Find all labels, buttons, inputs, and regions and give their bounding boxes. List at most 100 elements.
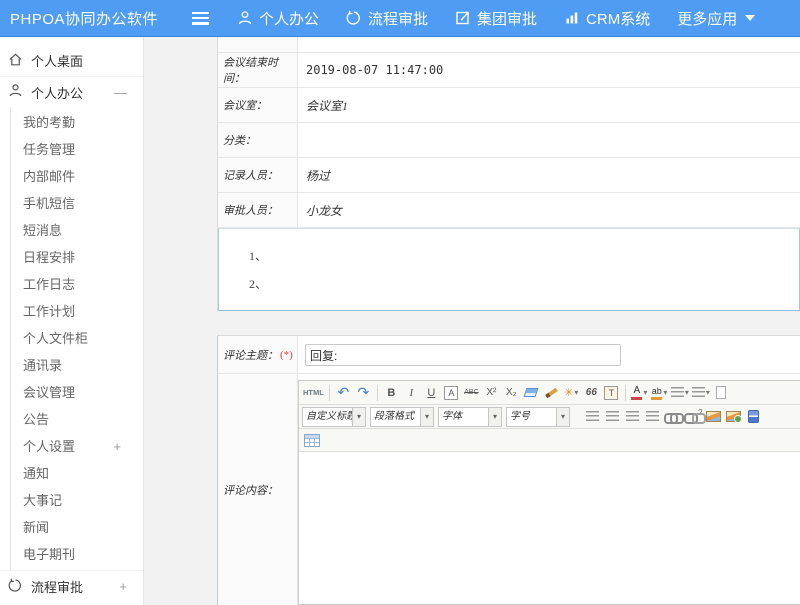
main-content: 会议结束时间： 2019-08-07 11:47:00 会议室： 会议室1 分类… <box>145 37 800 605</box>
field-label: 会议室： <box>218 88 298 122</box>
comment-content-label-cell: 评论内容： <box>218 374 298 605</box>
edit-icon <box>455 10 471 26</box>
nav-more-apps[interactable]: 更多应用 <box>677 8 755 29</box>
meeting-minutes-box: 1、 2、 <box>218 228 800 311</box>
nav-personal-office[interactable]: 个人办公 <box>237 8 319 29</box>
sidebar-item-workflow-approval[interactable]: 流程审批 + <box>0 570 143 602</box>
image-upload-icon <box>726 411 741 422</box>
sidebar-item-label: 流程审批 <box>31 577 83 596</box>
sidebar-item-contacts[interactable]: 通讯录 <box>11 352 143 379</box>
nav-label: 流程审批 <box>368 8 428 29</box>
eraser-icon <box>524 388 539 397</box>
comment-subject-label-cell: 评论主题：(*) <box>218 336 298 373</box>
sidebar-item-announcement[interactable]: 公告 <box>11 406 143 433</box>
insert-image-button[interactable] <box>704 407 723 426</box>
sidebar-item-sms[interactable]: 手机短信 <box>11 190 143 217</box>
editor-content-area[interactable] <box>299 452 800 604</box>
bold-button[interactable]: B <box>382 383 401 402</box>
sidebar-item-personal-office[interactable]: 个人办公 — <box>0 77 143 107</box>
table-row-partial <box>218 37 800 53</box>
field-value: 2019-08-07 11:47:00 <box>298 53 800 87</box>
justify-button[interactable] <box>643 407 662 426</box>
expand-plus-icon[interactable]: + <box>119 579 127 594</box>
hamburger-menu-icon[interactable] <box>192 12 209 25</box>
required-mark: (*) <box>280 349 293 361</box>
new-page-button[interactable] <box>712 383 731 402</box>
superscript-button[interactable]: X² <box>482 383 501 402</box>
auto-format-button[interactable]: ✳▾ <box>562 383 581 402</box>
nav-label: 个人办公 <box>259 8 319 29</box>
sidebar-item-schedule[interactable]: 日程安排 <box>11 244 143 271</box>
heading-select[interactable]: 自定义标题▾ <box>302 407 366 427</box>
field-label: 分类： <box>218 123 298 157</box>
align-right-icon <box>626 411 639 422</box>
link-icon <box>664 413 681 421</box>
ordered-list-button[interactable]: ▾ <box>670 383 690 402</box>
nav-group-approval[interactable]: 集团审批 <box>455 8 537 29</box>
toolbar-separator <box>329 385 330 401</box>
undo-button[interactable]: ↶ <box>334 383 353 402</box>
sidebar-item-meeting-management[interactable]: 会议管理 <box>11 379 143 406</box>
paste-text-button[interactable]: T <box>602 383 621 402</box>
paragraph-format-select[interactable]: 段落格式▾ <box>370 407 434 427</box>
eraser-button[interactable] <box>522 383 541 402</box>
sidebar-item-e-journal[interactable]: 电子期刊 <box>11 541 143 568</box>
nav-crm[interactable]: CRM系统 <box>564 8 650 29</box>
caret-down-icon: ▾ <box>556 408 569 426</box>
sidebar-item-desktop[interactable]: 个人桌面 <box>0 45 143 77</box>
unlink-icon <box>684 413 701 421</box>
comment-subject-input[interactable] <box>305 344 621 366</box>
html-source-button[interactable]: HTML <box>302 383 325 402</box>
comment-content-row: 评论内容： HTML ↶ ↷ B I U A ABC <box>218 374 800 605</box>
highlight-color-button[interactable]: ab▾ <box>650 383 669 402</box>
collapse-minus-icon[interactable]: — <box>114 85 127 100</box>
align-right-button[interactable] <box>623 407 642 426</box>
sidebar-item-work-plan[interactable]: 工作计划 <box>11 298 143 325</box>
nav-workflow-approval[interactable]: 流程审批 <box>346 8 428 29</box>
subscript-button[interactable]: X₂ <box>502 383 521 402</box>
table-row-category: 分类： <box>218 123 800 158</box>
caret-down-icon: ▾ <box>706 388 710 397</box>
font-button[interactable]: A <box>442 383 461 402</box>
magic-wand-icon: ✳ <box>564 386 573 399</box>
expand-plus-icon[interactable]: + <box>113 433 121 460</box>
upload-image-button[interactable] <box>724 407 743 426</box>
sidebar-submenu: 我的考勤 任务管理 内部邮件 手机短信 短消息 日程安排 工作日志 工作计划 个… <box>10 107 143 570</box>
comment-table: 评论主题：(*) 评论内容： HTML ↶ ↷ B I <box>217 335 800 605</box>
font-family-select[interactable]: 字体▾ <box>438 407 502 427</box>
blank-page-icon <box>716 386 726 399</box>
caret-down-icon: ▾ <box>352 408 365 426</box>
link-button[interactable] <box>663 407 682 426</box>
insert-table-button[interactable] <box>302 431 321 450</box>
format-brush-button[interactable] <box>542 383 561 402</box>
unlink-button[interactable]: ? <box>683 407 703 426</box>
sidebar-item-label: 个人桌面 <box>31 51 83 70</box>
sidebar-item-tasks[interactable]: 任务管理 <box>11 136 143 163</box>
align-left-button[interactable] <box>583 407 602 426</box>
bar-chart-icon <box>564 10 580 26</box>
font-color-button[interactable]: A▾ <box>630 383 649 402</box>
field-value <box>298 123 800 157</box>
sidebar-item-news[interactable]: 新闻 <box>11 514 143 541</box>
sidebar-item-short-message[interactable]: 短消息 <box>11 217 143 244</box>
insert-media-button[interactable] <box>744 407 763 426</box>
blockquote-button[interactable]: 66 <box>582 383 601 402</box>
font-size-select[interactable]: 字号▾ <box>506 407 570 427</box>
sidebar-item-attendance[interactable]: 我的考勤 <box>11 109 143 136</box>
redo-button[interactable]: ↷ <box>354 383 373 402</box>
italic-button[interactable]: I <box>402 383 421 402</box>
strikethrough-button[interactable]: ABC <box>462 383 481 402</box>
unordered-list-button[interactable]: ▾ <box>691 383 711 402</box>
field-value: 杨过 <box>298 158 800 192</box>
field-label: 会议结束时间： <box>218 53 298 87</box>
sidebar-item-file-cabinet[interactable]: 个人文件柜 <box>11 325 143 352</box>
sidebar-item-work-log[interactable]: 工作日志 <box>11 271 143 298</box>
sidebar-item-internal-mail[interactable]: 内部邮件 <box>11 163 143 190</box>
brush-icon <box>545 387 558 398</box>
underline-button[interactable]: U <box>422 383 441 402</box>
align-center-button[interactable] <box>603 407 622 426</box>
sidebar-item-notice[interactable]: 通知 <box>11 460 143 487</box>
sidebar-item-personal-settings[interactable]: 个人设置+ <box>11 433 143 460</box>
person-icon <box>237 10 253 26</box>
sidebar-item-events[interactable]: 大事记 <box>11 487 143 514</box>
